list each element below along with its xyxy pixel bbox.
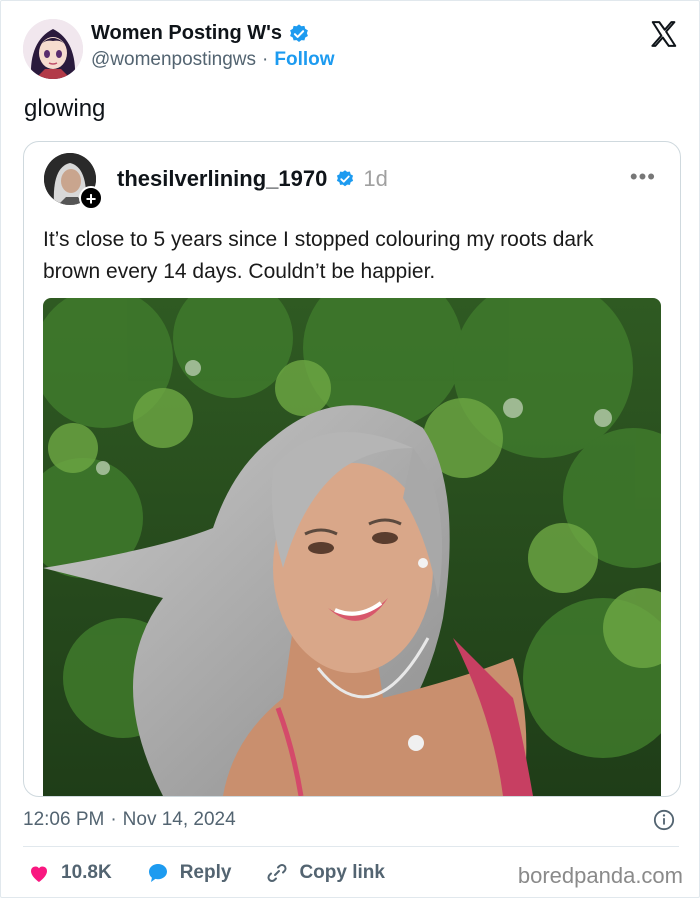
reply-label: Reply [179, 862, 232, 883]
handle-separator: · [262, 49, 269, 70]
quoted-post[interactable]: + thesilverlining_1970 1d ••• It’s close… [23, 141, 681, 797]
post-time[interactable]: 12:06 PM [23, 809, 104, 831]
heart-icon [31, 866, 47, 882]
copy-link-label: Copy link [299, 862, 385, 883]
author-handle[interactable]: @womenpostingws [91, 49, 256, 71]
info-icon[interactable] [653, 809, 675, 831]
author-name-text[interactable]: Women Posting W's [91, 22, 282, 45]
author-name[interactable]: Women Posting W's [91, 22, 310, 45]
verified-badge-icon [290, 23, 308, 42]
post-date[interactable]: Nov 14, 2024 [123, 809, 236, 831]
link-icon [267, 863, 287, 883]
follow-button[interactable]: Follow [274, 49, 334, 71]
reply-bubble-icon [148, 864, 167, 882]
follow-plus-icon[interactable]: + [79, 186, 103, 210]
quoted-user-row: thesilverlining_1970 1d [117, 166, 388, 192]
quoted-username[interactable]: thesilverlining_1970 [117, 166, 327, 192]
quoted-time: 1d [363, 166, 388, 191]
like-count: 10.8K [61, 862, 112, 883]
author-handle-row: @womenpostingws · Follow [91, 49, 335, 71]
like-button[interactable]: 10.8K [27, 861, 112, 885]
author-avatar[interactable] [23, 19, 83, 79]
more-icon[interactable]: ••• [630, 164, 656, 190]
copy-link-button[interactable]: Copy link [265, 861, 385, 885]
tweet-text: glowing [24, 95, 106, 122]
post-timestamp[interactable]: 12:06 PM · Nov 14, 2024 [23, 809, 236, 831]
verified-badge-icon [337, 170, 354, 187]
reply-button[interactable]: Reply [146, 861, 232, 885]
watermark: boredpanda.com [517, 863, 683, 888]
quoted-text: It’s close to 5 years since I stopped co… [43, 228, 594, 283]
timestamp-separator: · [110, 809, 117, 830]
embedded-post-card: Women Posting W's @womenpostingws · Foll… [0, 0, 700, 898]
x-logo-icon[interactable] [649, 19, 679, 49]
divider [23, 846, 679, 847]
action-bar: 10.8K Reply Copy link [27, 859, 419, 887]
quoted-photo[interactable] [43, 298, 661, 796]
